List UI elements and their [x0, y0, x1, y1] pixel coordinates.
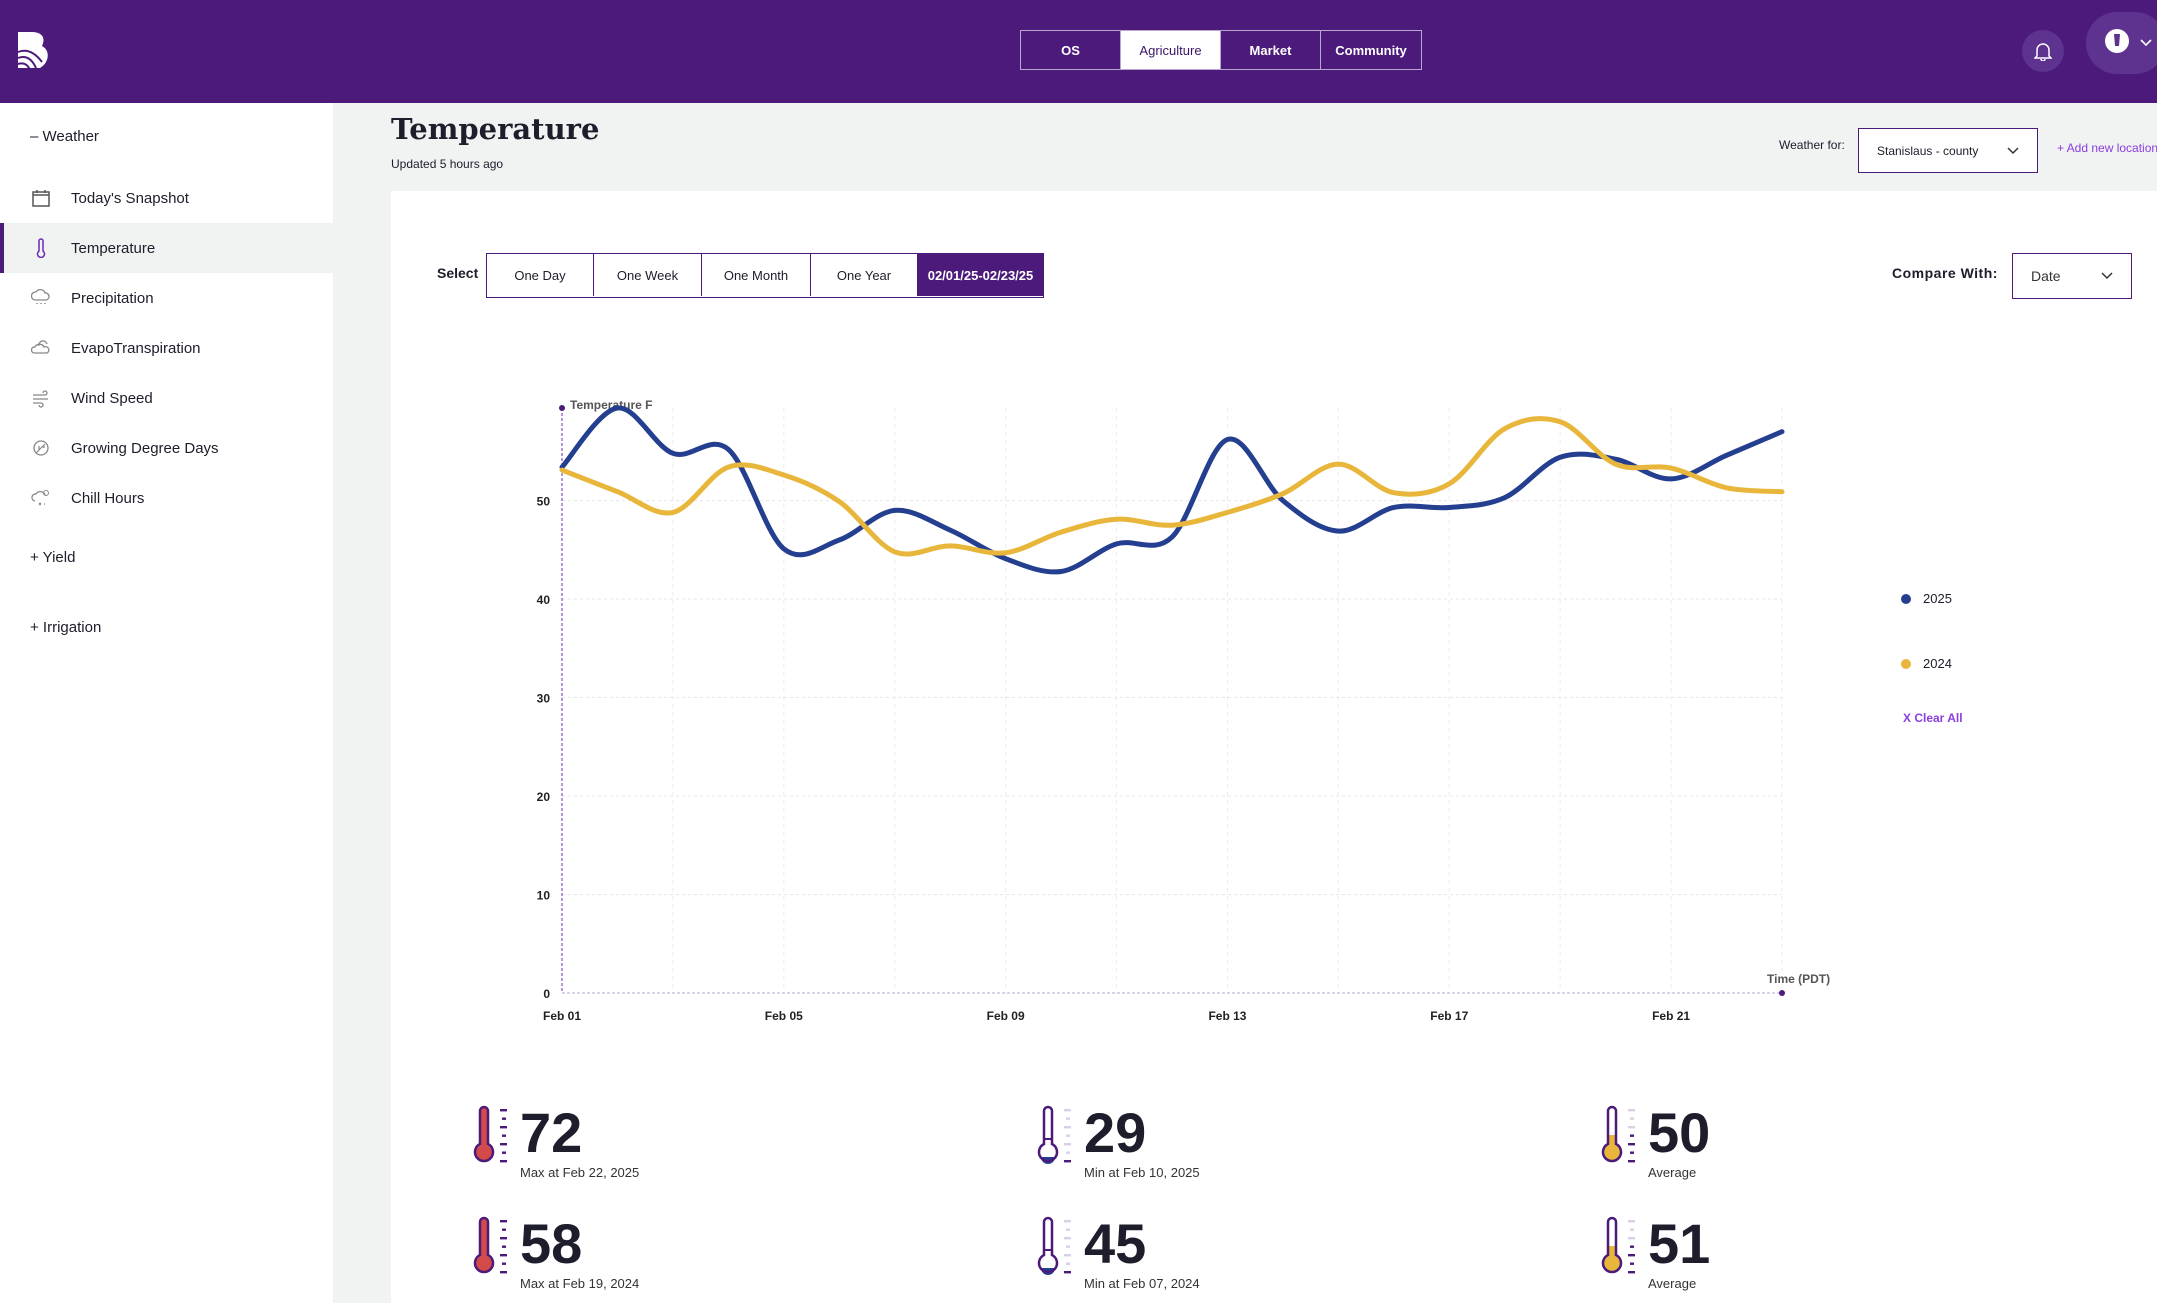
- sidebar-item-label: Today's Snapshot: [71, 189, 189, 207]
- stat-value: 45: [1084, 1212, 1147, 1275]
- notifications-button[interactable]: [2022, 30, 2064, 72]
- snow-cloud-icon: [31, 490, 49, 506]
- stat-avg: 51 Average: [1598, 1216, 1710, 1291]
- thermometer-icon: [473, 1216, 507, 1274]
- cloud-sun-icon: [31, 340, 50, 354]
- thermometer-icon: [36, 238, 46, 258]
- stat-min: 45 Min at Feb 07, 2024: [1034, 1216, 1200, 1291]
- logo[interactable]: [16, 30, 52, 72]
- user-menu[interactable]: [2086, 12, 2157, 74]
- thermometer-icon: [1601, 1105, 1635, 1163]
- section-yield[interactable]: + Yield: [30, 549, 75, 566]
- section-weather[interactable]: – Weather: [30, 128, 99, 145]
- legend-label: 2024: [1923, 656, 1952, 671]
- nav-tab-market[interactable]: Market: [1221, 31, 1321, 69]
- sidebar-item-evapotranspiration[interactable]: EvapoTranspiration: [0, 323, 333, 373]
- stat-value: 58: [520, 1212, 583, 1275]
- location-dropdown[interactable]: Stanislaus - county: [1858, 128, 2038, 173]
- sidebar-item-label: EvapoTranspiration: [71, 339, 201, 357]
- nav-tab-agriculture[interactable]: Agriculture: [1121, 31, 1221, 69]
- avatar-icon: [2105, 29, 2129, 53]
- sidebar-item-precipitation[interactable]: Precipitation: [0, 273, 333, 323]
- bell-icon: [2034, 43, 2052, 61]
- legend-dot: [1901, 593, 1911, 604]
- range-one-year[interactable]: One Year: [811, 254, 918, 296]
- sidebar-item-todays-snapshot[interactable]: Today's Snapshot: [0, 173, 333, 223]
- stat-max: 72 Max at Feb 22, 2025: [470, 1105, 639, 1180]
- main-nav: OS Agriculture Market Community: [1020, 30, 1422, 70]
- legend-item-2025[interactable]: 2025: [1901, 591, 1952, 606]
- weather-for-label: Weather for:: [1779, 138, 1845, 152]
- range-selector: One Day One Week One Month One Year 02/0…: [486, 253, 1044, 298]
- legend-dot: [1901, 658, 1911, 669]
- sidebar-item-label: Wind Speed: [71, 389, 153, 407]
- sidebar: – Weather Today's Snapshot Temperature P…: [0, 103, 333, 1303]
- rain-cloud-icon: [31, 288, 50, 304]
- section-irrigation[interactable]: + Irrigation: [30, 619, 101, 636]
- stat-value: 72: [520, 1101, 583, 1164]
- stat-label: Min at Feb 07, 2024: [1084, 1276, 1200, 1291]
- calendar-icon: [32, 190, 50, 207]
- compare-label: Compare With:: [1892, 265, 1998, 281]
- stat-label: Min at Feb 10, 2025: [1084, 1165, 1200, 1180]
- sidebar-item-growing-degree-days[interactable]: Growing Degree Days: [0, 423, 333, 473]
- sidebar-item-label: Precipitation: [71, 289, 154, 307]
- sidebar-item-label: Temperature: [71, 239, 156, 257]
- top-bar: OS Agriculture Market Community: [0, 0, 2157, 103]
- add-location-link[interactable]: + Add new location: [2057, 141, 2157, 155]
- chevron-down-icon: [2101, 272, 2113, 280]
- range-one-day[interactable]: One Day: [487, 254, 594, 296]
- clear-all-button[interactable]: X Clear All: [1903, 711, 1963, 725]
- stat-label: Average: [1648, 1165, 1697, 1180]
- compare-value: Date: [2031, 268, 2061, 284]
- stat-label: Max at Feb 22, 2025: [520, 1165, 640, 1180]
- thermometer-icon: [1037, 1105, 1071, 1164]
- thermometer-icon: [1601, 1216, 1635, 1274]
- nav-tab-os[interactable]: OS: [1021, 31, 1121, 69]
- nav-tab-community[interactable]: Community: [1321, 31, 1421, 69]
- chevron-down-icon: [2140, 39, 2152, 47]
- sidebar-item-wind-speed[interactable]: Wind Speed: [0, 373, 333, 423]
- compare-dropdown[interactable]: Date: [2012, 253, 2132, 299]
- stat-label: Max at Feb 19, 2024: [520, 1276, 640, 1291]
- stat-avg: 50 Average: [1598, 1105, 1710, 1180]
- range-one-month[interactable]: One Month: [702, 254, 811, 296]
- range-one-week[interactable]: One Week: [594, 254, 702, 296]
- chart-card: [391, 191, 2157, 1303]
- sidebar-item-temperature[interactable]: Temperature: [0, 223, 333, 273]
- thermometer-icon: [473, 1105, 507, 1163]
- sidebar-item-label: Chill Hours: [71, 489, 145, 507]
- select-label: Select: [437, 265, 479, 281]
- stat-value: 29: [1084, 1101, 1147, 1164]
- page-title: Temperature: [391, 112, 600, 146]
- sidebar-item-label: Growing Degree Days: [71, 439, 219, 457]
- stat-value: 51: [1648, 1212, 1711, 1275]
- legend-label: 2025: [1923, 591, 1952, 606]
- stat-min: 29 Min at Feb 10, 2025: [1034, 1105, 1200, 1180]
- updated-text: Updated 5 hours ago: [391, 157, 504, 171]
- legend-item-2024[interactable]: 2024: [1901, 656, 1952, 671]
- stat-max: 58 Max at Feb 19, 2024: [470, 1216, 639, 1291]
- range-custom[interactable]: 02/01/25-02/23/25: [918, 254, 1043, 296]
- sidebar-item-chill-hours[interactable]: Chill Hours: [0, 473, 333, 523]
- chevron-down-icon: [2007, 146, 2019, 154]
- stat-value: 50: [1648, 1101, 1711, 1164]
- wind-icon: [33, 390, 48, 408]
- stat-label: Average: [1648, 1276, 1697, 1291]
- thermometer-icon: [1037, 1216, 1071, 1275]
- leaf-icon: [33, 440, 49, 456]
- location-value: Stanislaus - county: [1877, 143, 1979, 158]
